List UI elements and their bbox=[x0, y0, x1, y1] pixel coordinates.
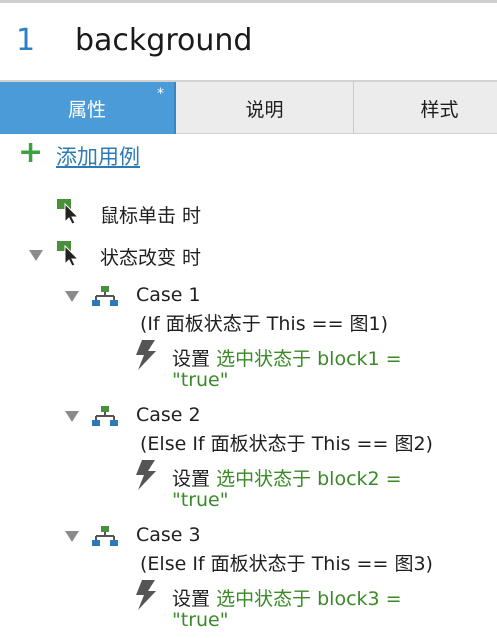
widget-name[interactable]: background bbox=[75, 23, 252, 58]
case-condition: (Else If 面板状态于 This == 图2) bbox=[140, 433, 433, 455]
triangle-down-icon[interactable] bbox=[65, 291, 79, 302]
case-block: Case 3 (Else If 面板状态于 This == 图3) 设置 选中状… bbox=[0, 523, 497, 638]
event-row[interactable]: 鼠标单击 时 bbox=[0, 198, 497, 228]
plus-icon[interactable]: + bbox=[18, 138, 43, 168]
action-verb: 设置 bbox=[172, 348, 211, 370]
case-hierarchy-icon bbox=[92, 406, 118, 426]
cursor-event-icon bbox=[57, 241, 80, 266]
lightning-icon bbox=[136, 340, 156, 370]
tab-style[interactable]: 样式 bbox=[353, 82, 497, 134]
action-target: 选中状态于 block1 = bbox=[216, 348, 402, 370]
action-verb: 设置 bbox=[172, 588, 211, 610]
case-hierarchy-icon bbox=[92, 526, 118, 546]
event-row[interactable]: 状态改变 时 bbox=[0, 240, 497, 270]
cursor-event-icon bbox=[57, 199, 80, 224]
case-name[interactable]: Case 2 bbox=[136, 404, 201, 426]
action-value: "true" bbox=[172, 369, 229, 391]
tab-properties[interactable]: 属性 * bbox=[0, 82, 176, 134]
action-value: "true" bbox=[172, 609, 229, 631]
action-value: "true" bbox=[172, 489, 229, 511]
triangle-down-icon[interactable] bbox=[65, 411, 79, 422]
tab-label: 说明 bbox=[245, 99, 284, 121]
action-target: 选中状态于 block3 = bbox=[216, 588, 402, 610]
add-case-link[interactable]: 添加用例 bbox=[56, 141, 140, 171]
case-condition: (Else If 面板状态于 This == 图3) bbox=[140, 553, 433, 575]
case-hierarchy-icon bbox=[92, 286, 118, 306]
tab-label: 属性 bbox=[67, 99, 106, 121]
case-block: Case 2 (Else If 面板状态于 This == 图2) 设置 选中状… bbox=[0, 403, 497, 518]
lightning-icon bbox=[136, 580, 156, 610]
action-target: 选中状态于 block2 = bbox=[216, 468, 402, 490]
action-row[interactable]: 设置 选中状态于 block1 = bbox=[172, 344, 402, 371]
action-row[interactable]: 设置 选中状态于 block3 = bbox=[172, 584, 402, 611]
triangle-down-icon[interactable] bbox=[29, 250, 43, 261]
case-name[interactable]: Case 1 bbox=[136, 284, 201, 306]
modified-marker: * bbox=[157, 86, 164, 102]
event-label: 状态改变 时 bbox=[100, 247, 202, 269]
widget-header: 1 background bbox=[0, 3, 497, 80]
tab-notes[interactable]: 说明 bbox=[176, 82, 353, 134]
widget-number: 1 bbox=[16, 23, 36, 58]
case-name[interactable]: Case 3 bbox=[136, 524, 201, 546]
action-row[interactable]: 设置 选中状态于 block2 = bbox=[172, 464, 402, 491]
triangle-down-icon[interactable] bbox=[65, 531, 79, 542]
case-block: Case 1 (If 面板状态于 This == 图1) 设置 选中状态于 bl… bbox=[0, 283, 497, 398]
case-condition: (If 面板状态于 This == 图1) bbox=[140, 313, 389, 335]
lightning-icon bbox=[136, 460, 156, 490]
tab-label: 样式 bbox=[420, 99, 459, 121]
event-label: 鼠标单击 时 bbox=[100, 205, 202, 227]
action-verb: 设置 bbox=[172, 468, 211, 490]
tab-bar: 属性 * 说明 样式 bbox=[0, 80, 497, 134]
